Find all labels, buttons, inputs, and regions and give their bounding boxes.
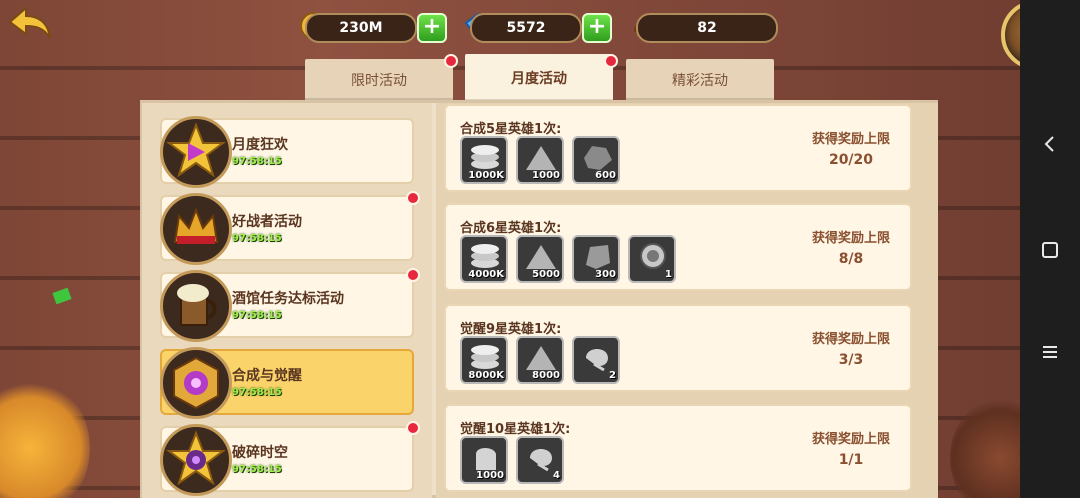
seed-icon[interactable]: 2 bbox=[572, 336, 620, 384]
chevron-left-icon bbox=[1044, 136, 1054, 152]
item-count: 1 bbox=[665, 269, 672, 280]
item-count: 4000K bbox=[468, 269, 504, 280]
item-count: 8000K bbox=[468, 370, 504, 381]
item-count: 2 bbox=[609, 370, 616, 381]
reward-card: 合成6星英雄1次: 4000K 5000 300 1 获得奖励上限 8/8 bbox=[444, 203, 912, 291]
dust-pile-icon[interactable]: 8000 bbox=[516, 336, 564, 384]
event-item[interactable]: 酒馆任务达标活动 97:58:15 bbox=[160, 270, 414, 342]
add-diamond-button[interactable]: + bbox=[582, 13, 612, 43]
reward-limit-value: 20/20 bbox=[828, 152, 874, 168]
event-name: 好战者活动 bbox=[232, 214, 302, 230]
event-timer: 97:58:15 bbox=[232, 464, 282, 475]
reward-limit-value: 8/8 bbox=[838, 251, 864, 267]
tab-featured-events[interactable]: 精彩活动 bbox=[626, 59, 774, 101]
tab-limited-events[interactable]: 限时活动 bbox=[305, 59, 453, 101]
add-gold-button[interactable]: + bbox=[417, 13, 447, 43]
reward-card: 合成5星英雄1次: 1000K 1000 600 获得奖励上限 20/20 bbox=[444, 104, 912, 192]
reward-limit-label: 获得奖励上限 bbox=[811, 132, 890, 147]
back-arrow-icon bbox=[8, 5, 51, 39]
gold-value: 230M bbox=[339, 20, 383, 36]
reward-limit-label: 获得奖励上限 bbox=[811, 432, 890, 447]
hexagon-emblem-icon bbox=[160, 347, 232, 419]
event-notification-dot bbox=[406, 191, 420, 205]
nav-home-button[interactable] bbox=[1020, 240, 1080, 264]
event-name: 合成与觉醒 bbox=[232, 368, 302, 384]
event-timer: 97:58:15 bbox=[232, 310, 282, 321]
reward-title: 觉醒10星英雄1次: bbox=[460, 422, 571, 437]
item-count: 4 bbox=[553, 470, 560, 481]
event-name: 酒馆任务达标活动 bbox=[232, 291, 344, 307]
coin-stack-icon[interactable]: 8000K bbox=[460, 336, 508, 384]
helmet-counter: 82 bbox=[636, 13, 778, 43]
system-nav-bar bbox=[1020, 0, 1080, 498]
event-timer: 97:58:15 bbox=[232, 156, 282, 167]
diamond-counter: 5572 bbox=[470, 13, 582, 43]
item-count: 600 bbox=[595, 170, 616, 181]
event-item[interactable]: 好战者活动 97:58:15 bbox=[160, 193, 414, 265]
event-timer: 97:58:15 bbox=[232, 233, 282, 244]
stone-icon[interactable]: 300 bbox=[572, 235, 620, 283]
tab-monthly-events[interactable]: 月度活动 bbox=[465, 54, 613, 102]
reward-limit-label: 获得奖励上限 bbox=[811, 231, 890, 246]
reward-title: 合成5星英雄1次: bbox=[460, 122, 562, 137]
reward-limit-value: 3/3 bbox=[838, 352, 864, 368]
reward-title: 觉醒9星英雄1次: bbox=[460, 322, 562, 337]
orb-icon[interactable]: 1 bbox=[628, 235, 676, 283]
seed-icon[interactable]: 4 bbox=[516, 436, 564, 484]
helmet-value: 82 bbox=[697, 20, 717, 36]
reward-card: 觉醒9星英雄1次: 8000K 8000 2 获得奖励上限 3/3 bbox=[444, 304, 912, 392]
reward-limit-label: 获得奖励上限 bbox=[811, 332, 890, 347]
tab-notification-dot bbox=[444, 54, 458, 68]
menu-icon bbox=[1043, 346, 1057, 358]
reward-title: 合成6星英雄1次: bbox=[460, 221, 562, 236]
dust-pile-icon[interactable]: 1000 bbox=[516, 136, 564, 184]
item-count: 300 bbox=[595, 269, 616, 280]
item-count: 8000 bbox=[532, 370, 560, 381]
tab-label: 限时活动 bbox=[351, 73, 407, 89]
event-notification-dot bbox=[406, 421, 420, 435]
event-timer: 97:58:15 bbox=[232, 387, 282, 398]
event-item-selected[interactable]: 合成与觉醒 97:58:15 bbox=[160, 347, 414, 419]
tab-label: 精彩活动 bbox=[672, 73, 728, 89]
crystal-shard-icon[interactable]: 1000 bbox=[460, 436, 508, 484]
reward-limit-value: 1/1 bbox=[838, 452, 864, 468]
item-count: 1000 bbox=[532, 170, 560, 181]
item-count: 1000K bbox=[468, 170, 504, 181]
nav-back-button[interactable] bbox=[1020, 134, 1080, 158]
gold-counter: 230M bbox=[305, 13, 417, 43]
diamond-value: 5572 bbox=[506, 20, 546, 36]
event-item[interactable]: 月度狂欢 97:58:15 bbox=[160, 116, 414, 188]
coin-stack-icon[interactable]: 1000K bbox=[460, 136, 508, 184]
crown-icon bbox=[160, 193, 232, 265]
back-button[interactable] bbox=[6, 4, 54, 44]
nav-menu-button[interactable] bbox=[1020, 342, 1080, 366]
event-notification-dot bbox=[406, 268, 420, 282]
beer-mug-icon bbox=[160, 270, 232, 342]
dust-pile-icon[interactable]: 5000 bbox=[516, 235, 564, 283]
coin-stack-icon[interactable]: 4000K bbox=[460, 235, 508, 283]
tab-notification-dot bbox=[604, 54, 618, 68]
vortex-star-icon bbox=[160, 424, 232, 496]
square-icon bbox=[1042, 242, 1058, 258]
event-item[interactable]: 破碎时空 97:58:15 bbox=[160, 424, 414, 496]
tab-label: 月度活动 bbox=[511, 71, 567, 87]
ore-chunk-icon[interactable]: 600 bbox=[572, 136, 620, 184]
reward-card: 觉醒10星英雄1次: 1000 4 获得奖励上限 1/1 bbox=[444, 404, 912, 492]
item-count: 5000 bbox=[532, 269, 560, 280]
event-name: 月度狂欢 bbox=[232, 137, 288, 153]
purple-gem-star-icon bbox=[160, 116, 232, 188]
item-count: 1000 bbox=[476, 470, 504, 481]
event-name: 破碎时空 bbox=[232, 445, 288, 461]
